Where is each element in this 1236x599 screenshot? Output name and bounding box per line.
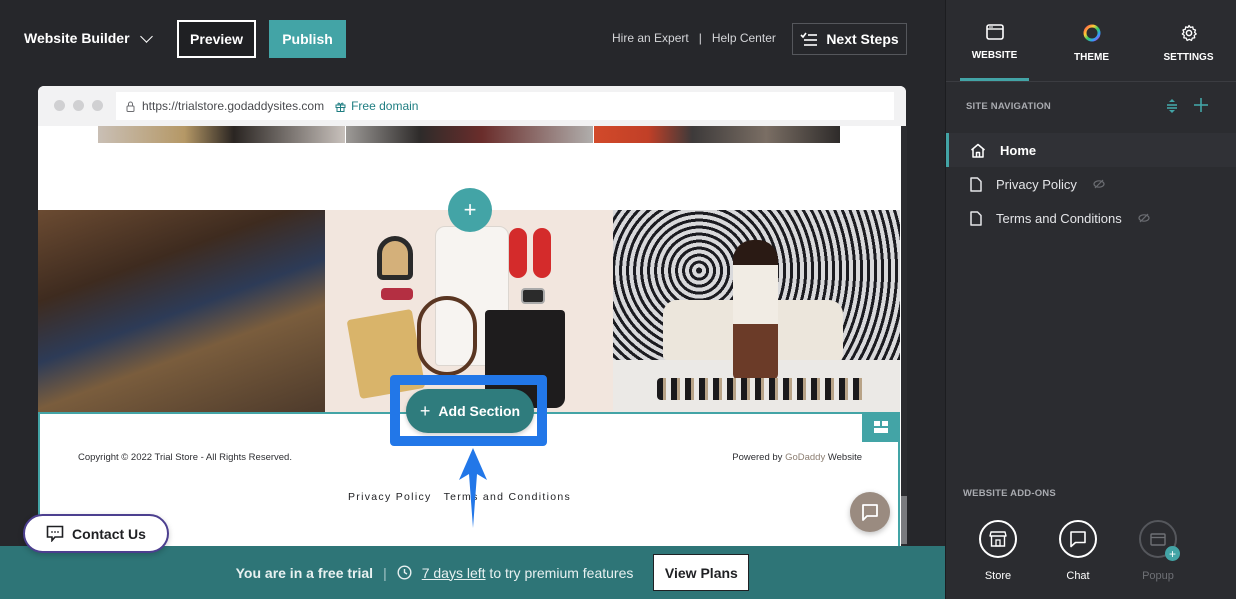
chat-icon <box>862 504 878 521</box>
website-builder-menu[interactable]: Website Builder <box>24 29 153 46</box>
help-center-link[interactable]: Help Center <box>712 31 776 45</box>
days-left-link[interactable]: 7 days left <box>422 565 486 581</box>
add-page-icon[interactable] <box>1194 98 1208 112</box>
home-icon <box>971 143 985 158</box>
arrow-up-icon <box>459 448 487 528</box>
gallery-image <box>98 126 345 143</box>
addon-chat[interactable]: Chat <box>1058 520 1098 582</box>
page-label: Terms and Conditions <box>996 210 1122 226</box>
trial-separator: | <box>383 564 387 581</box>
window-dot <box>92 100 103 111</box>
addon-list: Store Chat + Popup <box>978 520 1180 582</box>
window-dots <box>54 100 103 111</box>
message-icon <box>46 525 64 542</box>
active-tab-indicator <box>960 78 1029 81</box>
preview-scrollbar[interactable] <box>901 126 907 546</box>
brand-label: Website Builder <box>24 30 130 46</box>
view-plans-button[interactable]: View Plans <box>653 554 750 591</box>
addon-label: Store <box>984 570 1012 582</box>
color-wheel-icon <box>1083 24 1100 42</box>
page-item-privacy-policy[interactable]: Privacy Policy <box>946 167 1236 201</box>
godaddy-link[interactable]: GoDaddy <box>785 452 825 463</box>
tab-website-label: WEBSITE <box>971 50 1018 61</box>
powered-prefix: Powered by <box>732 452 786 463</box>
top-bar: Website Builder Preview Publish Hire an … <box>0 0 945 78</box>
gallery-photo-sofa <box>613 210 900 412</box>
scrollbar-thumb[interactable] <box>901 496 907 544</box>
layout-icon <box>874 421 888 433</box>
site-chat-button[interactable] <box>850 492 890 532</box>
preview-button[interactable]: Preview <box>177 20 256 58</box>
lock-icon <box>126 101 135 112</box>
powered-by: Powered by GoDaddy Website <box>732 452 862 463</box>
next-steps-label: Next Steps <box>826 31 899 47</box>
chevron-down-icon <box>139 29 153 43</box>
gallery-photo-stool <box>38 210 325 412</box>
store-icon <box>989 531 1007 547</box>
page-item-home[interactable]: Home <box>946 133 1236 167</box>
gear-icon <box>1181 24 1197 42</box>
clock-icon <box>397 565 412 580</box>
powered-suffix: Website <box>825 452 862 463</box>
site-navigation-actions <box>1166 98 1208 114</box>
plus-icon: + <box>419 400 431 421</box>
right-panel: WEBSITE THEME SETTINGS SITE NAVIGATION H… <box>945 0 1236 599</box>
site-url: https://trialstore.godaddysites.com <box>142 99 325 113</box>
website-builder-app: Website Builder Preview Publish Hire an … <box>0 0 1236 599</box>
eye-slash-icon <box>1138 213 1150 223</box>
tab-theme-label: THEME <box>1074 52 1109 63</box>
page-icon <box>970 210 982 226</box>
link-separator: | <box>698 31 702 45</box>
top-links: Hire an Expert | Help Center <box>612 31 776 45</box>
window-dot <box>54 100 65 111</box>
panel-tabs: WEBSITE THEME SETTINGS <box>946 0 1236 82</box>
addon-popup[interactable]: + Popup <box>1138 520 1180 582</box>
page-icon <box>970 176 982 192</box>
page-item-terms-and-conditions[interactable]: Terms and Conditions <box>946 201 1236 235</box>
contact-us-label: Contact Us <box>72 525 146 542</box>
page-label: Privacy Policy <box>996 176 1077 192</box>
tab-website[interactable]: WEBSITE <box>946 24 1043 61</box>
next-steps-button[interactable]: Next Steps <box>792 23 907 55</box>
section-layout-button[interactable] <box>862 412 900 442</box>
trial-status: You are in a free trial <box>235 564 374 581</box>
url-bar: https://trialstore.godaddysites.com Free… <box>116 92 894 120</box>
free-domain-label: Free domain <box>351 99 419 113</box>
addon-label: Popup <box>1142 570 1174 582</box>
add-section-button[interactable]: + Add Section <box>406 389 534 433</box>
add-badge-icon: + <box>1165 546 1180 561</box>
window-dot <box>73 100 84 111</box>
publish-button[interactable]: Publish <box>269 20 346 58</box>
browser-bar: https://trialstore.godaddysites.com Free… <box>38 86 906 126</box>
footer-link-privacy[interactable]: Privacy Policy <box>348 491 432 503</box>
page-label: Home <box>1000 142 1037 158</box>
tab-settings-label: SETTINGS <box>1163 52 1214 63</box>
copyright-text: Copyright © 2022 Trial Store - All Right… <box>78 452 292 463</box>
tab-theme[interactable]: THEME <box>1043 24 1140 63</box>
page-list: Home Privacy Policy Terms and Conditions <box>946 133 1236 235</box>
reorder-icon[interactable] <box>1166 98 1178 114</box>
free-trial-banner: You are in a free trial | 7 days left to… <box>0 546 945 599</box>
gift-icon <box>335 102 346 112</box>
contact-us-button[interactable]: Contact Us <box>23 514 169 553</box>
site-navigation-title: SITE NAVIGATION <box>966 101 1051 112</box>
addon-label: Chat <box>1066 570 1090 582</box>
tab-settings[interactable]: SETTINGS <box>1140 24 1236 63</box>
eye-slash-icon <box>1093 179 1105 189</box>
chat-icon <box>1070 531 1086 548</box>
add-section-label: Add Section <box>438 403 521 419</box>
website-addons-title: WEBSITE ADD-ONS <box>963 488 1056 499</box>
popup-icon <box>1150 532 1166 546</box>
gallery-image <box>346 126 593 143</box>
hire-expert-link[interactable]: Hire an Expert <box>612 31 689 45</box>
browser-window-icon <box>985 24 1004 40</box>
addon-store[interactable]: Store <box>978 520 1018 582</box>
gallery-image <box>594 126 840 143</box>
trial-suffix: to try premium features <box>485 564 634 581</box>
checklist-icon <box>800 32 818 46</box>
add-section-above-button[interactable]: + <box>448 188 492 232</box>
free-domain-link[interactable]: Free domain <box>335 99 418 113</box>
